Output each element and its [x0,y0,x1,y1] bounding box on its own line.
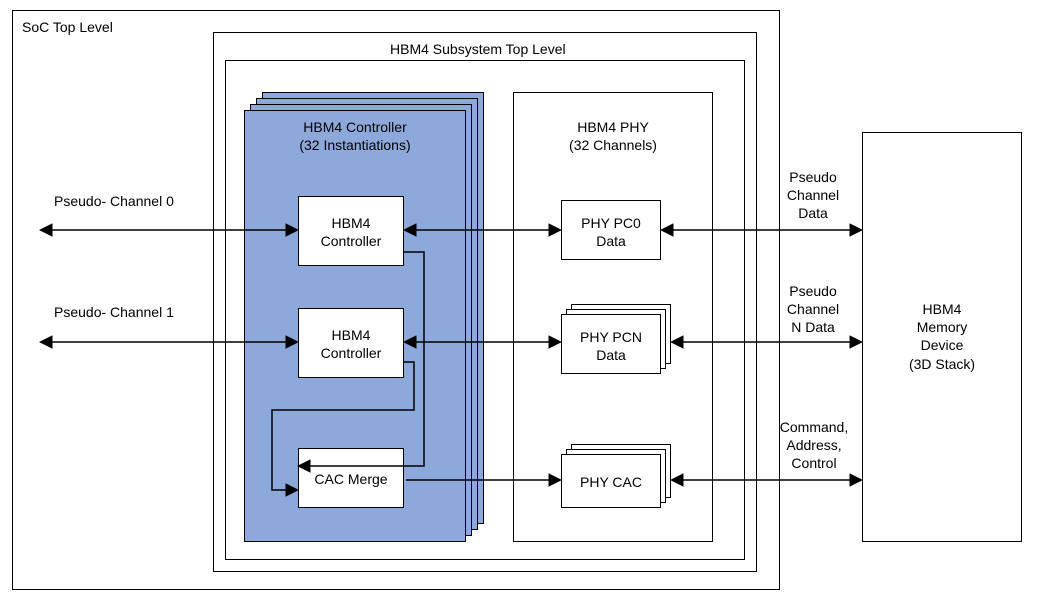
phy-title: HBM4 PHY (32 Channels) [558,118,668,154]
controller-title: HBM4 Controller (32 Instantiations) [290,118,420,154]
pseudo-ch1-label: Pseudo- Channel 1 [54,303,174,321]
pseudo-data-label: Pseudo Channel Data [778,168,848,223]
soc-top-label: SoC Top Level [22,18,113,36]
pseudo-n-label: Pseudo Channel N Data [778,282,848,337]
phy-pc0-label: PHY PC0 Data [561,214,661,250]
cac-conn-label: Command, Address, Control [772,418,856,473]
phy-pcn-label: PHY PCN Data [561,328,661,364]
pseudo-ch0-label: Pseudo- Channel 0 [54,192,174,210]
controller-2-label: HBM4 Controller [298,326,404,362]
controller-title-line1: HBM4 Controller [303,119,406,135]
cac-merge-label: CAC Merge [298,470,404,488]
phy-cac-label: PHY CAC [561,473,661,491]
memory-device-label: HBM4 Memory Device (3D Stack) [862,300,1022,373]
controller-1-label: HBM4 Controller [298,214,404,250]
controller-title-line2: (32 Instantiations) [299,137,410,153]
subsystem-top-label: HBM4 Subsystem Top Level [390,40,566,58]
